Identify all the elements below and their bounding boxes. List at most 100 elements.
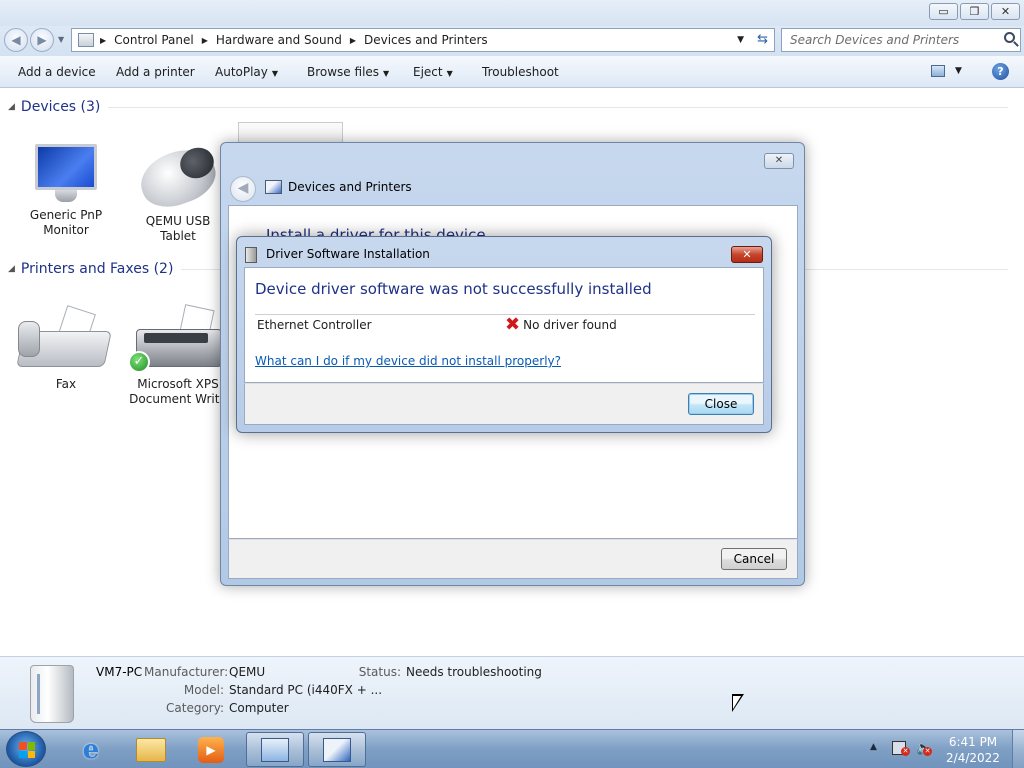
dialog-body: Device driver software was not successfu… (244, 267, 764, 383)
device-generic-pnp-monitor[interactable]: Generic PnP Monitor (16, 144, 116, 238)
search-placeholder: Search Devices and Printers (790, 33, 960, 47)
device-qemu-usb-tablet[interactable]: QEMU USB Tablet (128, 140, 228, 244)
dialog-close-button[interactable]: ✕ (764, 153, 794, 169)
help-link[interactable]: What can I do if my device did not insta… (255, 354, 561, 368)
device-label: Generic PnP (29, 208, 103, 222)
change-view-icon[interactable] (931, 65, 945, 77)
device-label: Document Write (129, 392, 227, 406)
window-controls: ▭ ❐ ✕ (929, 3, 1020, 20)
chevron-right-icon[interactable]: ▶ (350, 36, 356, 45)
autoplay-button[interactable]: AutoPlay ▼ (215, 65, 278, 79)
chevron-right-icon[interactable]: ▶ (100, 36, 106, 45)
troubleshoot-button[interactable]: Troubleshoot (482, 65, 559, 79)
group-divider (108, 106, 1008, 108)
minimize-button[interactable]: ▭ (929, 3, 958, 20)
dialog-footer: Cancel (228, 539, 798, 579)
breadcrumb-control-panel[interactable]: Control Panel (114, 33, 194, 47)
devices-printers-icon (265, 180, 282, 194)
internet-explorer-icon: e (82, 734, 100, 765)
chevron-right-icon[interactable]: ▶ (202, 36, 208, 45)
collapse-arrow-icon[interactable]: ◢ (8, 264, 15, 274)
device-fax[interactable]: Fax (16, 305, 116, 392)
eject-label: Eject (413, 65, 443, 79)
maximize-button[interactable]: ❐ (960, 3, 989, 20)
error-x-icon: ✖ (505, 314, 521, 335)
forward-button[interactable]: ▶ (30, 28, 54, 52)
help-icon[interactable]: ? (992, 63, 1009, 80)
close-button[interactable]: Close (688, 393, 754, 415)
group-label-printers: Printers and Faxes (2) (20, 261, 174, 277)
dialog-back-button[interactable]: ◀ (230, 176, 256, 202)
dialog-title: Devices and Printers (288, 180, 412, 194)
cancel-button[interactable]: Cancel (721, 548, 787, 570)
window-titlebar: ▭ ❐ ✕ (0, 0, 1024, 26)
browse-files-label: Browse files (307, 65, 380, 79)
computer-device-icon (238, 122, 343, 144)
taskbar-devices-and-printers[interactable] (308, 732, 366, 767)
add-printer-button[interactable]: Add a printer (116, 65, 195, 79)
monitor-icon (33, 144, 99, 204)
devices-printers-icon (323, 737, 351, 762)
back-button[interactable]: ◀ (4, 28, 28, 52)
model-value: Standard PC (i440FX + ... (229, 683, 383, 697)
device-microsoft-xps-document-writer[interactable]: ✓ Microsoft XPS Document Write (128, 304, 228, 407)
category-label: Category: (166, 701, 224, 715)
show-desktop-button[interactable] (1012, 730, 1024, 768)
status-value: Needs troubleshooting (406, 665, 542, 679)
taskbar-internet-explorer[interactable]: e (62, 732, 120, 767)
clock-time: 6:41 PM (948, 735, 998, 749)
default-printer-check-icon: ✓ (128, 351, 150, 373)
driver-installer-icon (245, 247, 257, 263)
windows-logo-icon (19, 742, 35, 758)
fax-icon (16, 305, 114, 373)
recent-pages-dropdown[interactable]: ▼ (58, 35, 64, 44)
driver-software-installation-dialog: Driver Software Installation ✕ Device dr… (236, 236, 772, 433)
search-icon[interactable] (1004, 32, 1015, 43)
eject-button[interactable]: Eject ▼ (413, 65, 453, 79)
model-label: Model: (183, 683, 224, 697)
group-label-devices: Devices (3) (20, 99, 101, 115)
mouse-cursor-icon (732, 694, 744, 712)
taskbar: e ▶ ▲ ✕ 🔈 ✕ 6:41 PM 2/4/2022 (0, 729, 1024, 768)
details-pane: VM7-PC Manufacturer: QEMU Model: Standar… (0, 656, 1024, 729)
system-clock[interactable]: 6:41 PM 2/4/2022 (940, 734, 1006, 766)
refresh-icon[interactable]: ⇆ (757, 32, 768, 47)
autoplay-label: AutoPlay (215, 65, 268, 79)
mouse-icon (133, 140, 223, 216)
search-input[interactable]: Search Devices and Printers (781, 28, 1021, 52)
taskbar-windows-explorer[interactable] (122, 732, 180, 767)
start-button[interactable] (6, 731, 46, 767)
printer-icon: ✓ (128, 304, 226, 373)
group-header-devices[interactable]: ◢ Devices (3) (8, 99, 1008, 115)
device-name: Ethernet Controller (257, 318, 372, 332)
show-hidden-icons-button[interactable]: ▲ (870, 742, 877, 752)
address-row: ◀ ▶ ▼ ▶ Control Panel ▶ Hardware and Sou… (0, 26, 1024, 56)
clock-date: 2/4/2022 (946, 751, 1000, 765)
computer-icon (30, 665, 74, 723)
device-name: VM7-PC (96, 665, 143, 679)
device-label: Fax (55, 377, 77, 391)
taskbar-control-panel[interactable] (246, 732, 304, 767)
dialog-title: Driver Software Installation (266, 247, 430, 261)
control-panel-icon (261, 737, 289, 762)
add-device-button[interactable]: Add a device (18, 65, 96, 79)
folder-icon (136, 737, 166, 762)
chevron-down-icon: ▼ (383, 69, 390, 78)
breadcrumb-devices-and-printers[interactable]: Devices and Printers (364, 33, 488, 47)
close-icon[interactable]: ✕ (731, 246, 763, 263)
network-error-icon: ✕ (901, 747, 910, 756)
manufacturer-label: Manufacturer: (144, 665, 229, 679)
device-label: Monitor (43, 223, 89, 237)
media-player-icon: ▶ (198, 736, 224, 763)
address-dropdown-icon[interactable]: ▼ (737, 35, 744, 45)
address-bar[interactable]: ▶ Control Panel ▶ Hardware and Sound ▶ D… (71, 28, 775, 52)
breadcrumb-hardware-and-sound[interactable]: Hardware and Sound (216, 33, 342, 47)
taskbar-media-player[interactable]: ▶ (182, 732, 240, 767)
command-bar: Add a device Add a printer AutoPlay ▼ Bro… (0, 56, 1024, 88)
close-window-button[interactable]: ✕ (991, 3, 1020, 20)
browse-files-button[interactable]: Browse files ▼ (307, 65, 389, 79)
device-label: QEMU USB (145, 214, 211, 228)
dialog-footer: Close (244, 383, 764, 425)
collapse-arrow-icon[interactable]: ◢ (8, 102, 15, 112)
view-options-dropdown[interactable]: ▼ (955, 66, 962, 76)
